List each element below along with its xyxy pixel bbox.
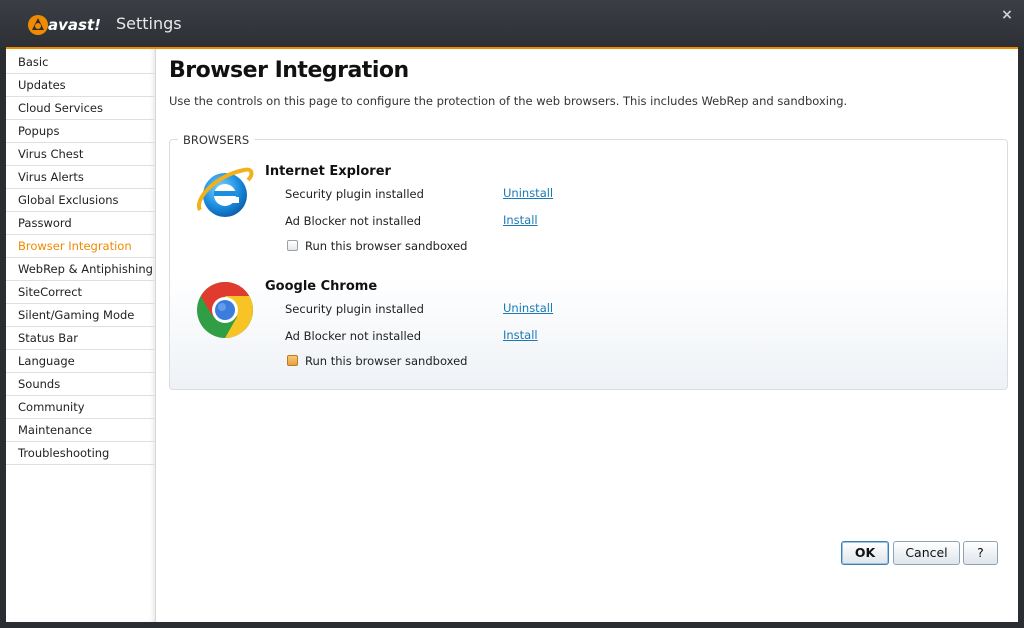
sandbox-checkbox[interactable] <box>287 240 298 251</box>
settings-sidebar: Basic Updates Cloud Services Popups Virus Ch… <box>6 49 156 622</box>
ok-button[interactable]: OK <box>841 541 889 565</box>
sidebar-item-browser-integration[interactable]: Browser Integration <box>6 235 155 258</box>
sandbox-label: Run this browser sandboxed <box>305 354 468 368</box>
content-area: Basic Updates Cloud Services Popups Virus Ch… <box>6 49 1018 622</box>
sidebar-item-webrep-antiphishing[interactable]: WebRep & Antiphishing <box>6 258 155 281</box>
browser-name: Internet Explorer <box>265 164 391 179</box>
internet-explorer-icon <box>196 167 254 217</box>
sandbox-checkbox[interactable] <box>287 355 298 366</box>
sidebar-item-maintenance[interactable]: Maintenance <box>6 419 155 442</box>
sidebar-item-virus-alerts[interactable]: Virus Alerts <box>6 166 155 189</box>
page-title: Browser Integration <box>169 58 409 83</box>
uninstall-plugin-link[interactable]: Uninstall <box>503 301 553 315</box>
sidebar-item-status-bar[interactable]: Status Bar <box>6 327 155 350</box>
sidebar-item-language[interactable]: Language <box>6 350 155 373</box>
sidebar-item-virus-chest[interactable]: Virus Chest <box>6 143 155 166</box>
browsers-group: BROWSERS Internet Explorer Security plug… <box>169 133 1008 390</box>
main-panel: Browser Integration Use the controls on … <box>156 49 1018 622</box>
adblock-status: Ad Blocker not installed <box>285 214 422 228</box>
sidebar-item-sounds[interactable]: Sounds <box>6 373 155 396</box>
sidebar-item-cloud-services[interactable]: Cloud Services <box>6 97 155 120</box>
group-label: BROWSERS <box>178 133 255 147</box>
browser-name: Google Chrome <box>265 279 378 294</box>
plugin-status: Security plugin installed <box>285 302 424 316</box>
close-button[interactable]: × <box>998 6 1016 24</box>
install-adblock-link[interactable]: Install <box>503 213 538 227</box>
adblock-status: Ad Blocker not installed <box>285 329 422 343</box>
sidebar-item-silent-gaming-mode[interactable]: Silent/Gaming Mode <box>6 304 155 327</box>
sidebar-item-sitecorrect[interactable]: SiteCorrect <box>6 281 155 304</box>
title-bar: avast! Settings × <box>0 0 1024 48</box>
google-chrome-icon <box>197 282 253 338</box>
sidebar-item-community[interactable]: Community <box>6 396 155 419</box>
avast-logo-icon: avast! <box>28 15 101 35</box>
sidebar-item-troubleshooting[interactable]: Troubleshooting <box>6 442 155 465</box>
plugin-status: Security plugin installed <box>285 187 424 201</box>
sidebar-item-updates[interactable]: Updates <box>6 74 155 97</box>
cancel-button[interactable]: Cancel <box>893 541 960 565</box>
sidebar-item-popups[interactable]: Popups <box>6 120 155 143</box>
settings-window: avast! Settings × Basic Updates Cloud Serv… <box>0 0 1024 628</box>
sidebar-item-global-exclusions[interactable]: Global Exclusions <box>6 189 155 212</box>
sidebar-item-basic[interactable]: Basic <box>6 51 155 74</box>
brand-name: avast! <box>48 16 101 34</box>
window-title: Settings <box>116 14 182 33</box>
install-adblock-link[interactable]: Install <box>503 328 538 342</box>
sandbox-label: Run this browser sandboxed <box>305 239 468 253</box>
page-description: Use the controls on this page to configu… <box>169 94 848 108</box>
help-button[interactable]: ? <box>963 541 998 565</box>
uninstall-plugin-link[interactable]: Uninstall <box>503 186 553 200</box>
sidebar-item-password[interactable]: Password <box>6 212 155 235</box>
